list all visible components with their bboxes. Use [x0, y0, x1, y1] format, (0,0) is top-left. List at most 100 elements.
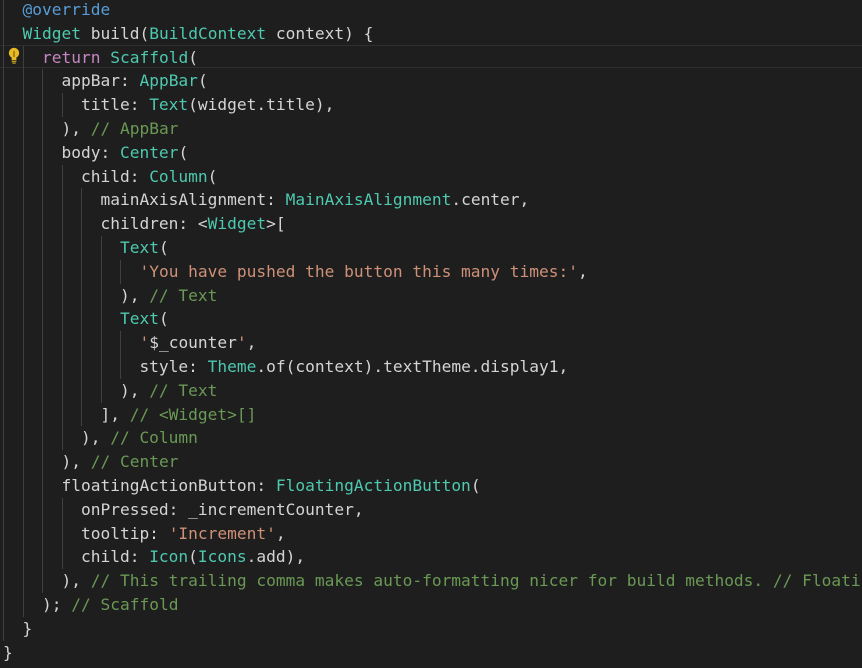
lightbulb-icon[interactable] — [6, 46, 22, 66]
code-token: ' — [236, 333, 247, 353]
code-line: Widget build(BuildContext context) { — [3, 22, 374, 46]
code-line: Text( — [3, 236, 169, 260]
code-line: '$_counter', — [3, 331, 256, 355]
code-token: // Column — [110, 428, 198, 448]
code-line: } — [3, 641, 13, 665]
code-token: , — [246, 333, 257, 353]
code-token: Text — [119, 238, 159, 257]
code-token: ), — [3, 119, 91, 138]
code-token: title: — [3, 95, 150, 115]
code-line: style: Theme.of(context).textTheme.displ… — [3, 355, 568, 379]
code-token: .center, — [451, 190, 530, 210]
code-token: Text — [119, 309, 159, 329]
code-line: appBar: AppBar( — [3, 69, 208, 93]
code-line: child: Icon(Icons.add), — [3, 545, 305, 569]
code-line: ), // AppBar — [3, 117, 178, 141]
code-token: ( — [188, 47, 198, 67]
code-line: ); // Scaffold — [3, 593, 178, 617]
code-token: ), — [3, 452, 91, 472]
code-token: AppBar — [139, 71, 198, 91]
code-line: floatingActionButton: FloatingActionButt… — [3, 474, 481, 498]
code-token: child: — [3, 547, 150, 567]
code-token: MainAxisAlignment — [285, 190, 452, 210]
code-token: // Center — [90, 452, 179, 472]
code-token: ), — [3, 285, 150, 305]
code-token: // AppBar — [90, 119, 179, 138]
code-token: (widget.title), — [188, 95, 335, 115]
code-token: // This trailing comma makes auto-format… — [90, 571, 862, 591]
code-line: ), // Text — [3, 379, 217, 403]
code-line: body: Center( — [3, 141, 188, 165]
code-token: ], — [3, 404, 130, 424]
code-token: 'You have pushed the button this many ti… — [139, 261, 579, 281]
code-token: ( — [207, 166, 218, 186]
code-line: children: <Widget>[ — [3, 212, 286, 236]
code-token: children: < — [3, 214, 208, 234]
code-token: } — [3, 618, 33, 638]
code-token: onPressed: _incrementCounter, — [3, 499, 364, 519]
code-token: ( — [178, 142, 189, 162]
code-line: 'You have pushed the button this many ti… — [3, 260, 588, 284]
code-token: child: — [3, 166, 150, 186]
code-token: FloatingActionButton — [275, 476, 471, 495]
code-token: .of(context).textTheme.display1, — [256, 357, 569, 376]
code-token: Scaffold — [110, 47, 189, 67]
code-token: Icons — [197, 547, 247, 567]
code-token: } — [3, 642, 13, 662]
code-token: ( — [470, 476, 481, 495]
code-token: 'Increment' — [168, 523, 276, 543]
code-token: ( — [188, 547, 198, 567]
code-line: ), // Column — [3, 426, 198, 450]
code-line: onPressed: _incrementCounter, — [3, 498, 364, 522]
code-token: ' — [139, 333, 150, 353]
code-line: ), // This trailing comma makes auto-for… — [3, 569, 862, 593]
code-editor[interactable]: @override Widget build(BuildContext cont… — [0, 0, 862, 668]
code-token: ), — [3, 380, 150, 400]
code-line: mainAxisAlignment: MainAxisAlignment.cen… — [3, 188, 529, 212]
code-token: // Text — [149, 285, 218, 305]
code-token: // Text — [149, 380, 218, 400]
code-line: Text( — [3, 307, 169, 331]
code-token: >[ — [266, 214, 286, 234]
code-token: // Scaffold — [71, 595, 179, 614]
code-token: ( — [197, 71, 208, 91]
code-token: mainAxisAlignment: — [3, 190, 286, 210]
code-token: ( — [158, 309, 169, 329]
code-token: tooltip: — [3, 523, 169, 543]
code-token: .add), — [246, 547, 306, 567]
code-line: tooltip: 'Increment', — [3, 522, 286, 546]
code-token: Text — [149, 95, 189, 115]
code-token: context) { — [266, 23, 374, 43]
code-line: ), // Center — [3, 450, 178, 474]
code-token: ); — [3, 595, 72, 614]
code-line: child: Column( — [3, 165, 217, 189]
code-token: ( — [158, 238, 169, 257]
code-token: @override — [22, 0, 111, 19]
code-line: title: Text(widget.title), — [3, 93, 334, 117]
code-token: return — [41, 47, 101, 67]
code-line: ), // Text — [3, 284, 217, 308]
code-token: build( — [80, 23, 150, 43]
code-token: Icon — [149, 547, 189, 567]
code-token: Widget — [207, 214, 267, 234]
code-line: } — [3, 617, 32, 641]
code-token: Widget — [22, 23, 81, 43]
code-token: Theme — [207, 357, 257, 376]
code-token: appBar: — [3, 71, 140, 91]
code-line: @override — [3, 0, 111, 22]
code-token: $_counter — [149, 333, 237, 353]
code-token: // <Widget>[] — [129, 404, 257, 424]
code-token: Column — [149, 166, 208, 186]
code-token: style: — [3, 357, 208, 376]
code-token: Center — [119, 142, 179, 162]
code-token: , — [578, 261, 588, 281]
code-token: ), — [3, 428, 111, 448]
code-line: return Scaffold( — [3, 46, 198, 70]
